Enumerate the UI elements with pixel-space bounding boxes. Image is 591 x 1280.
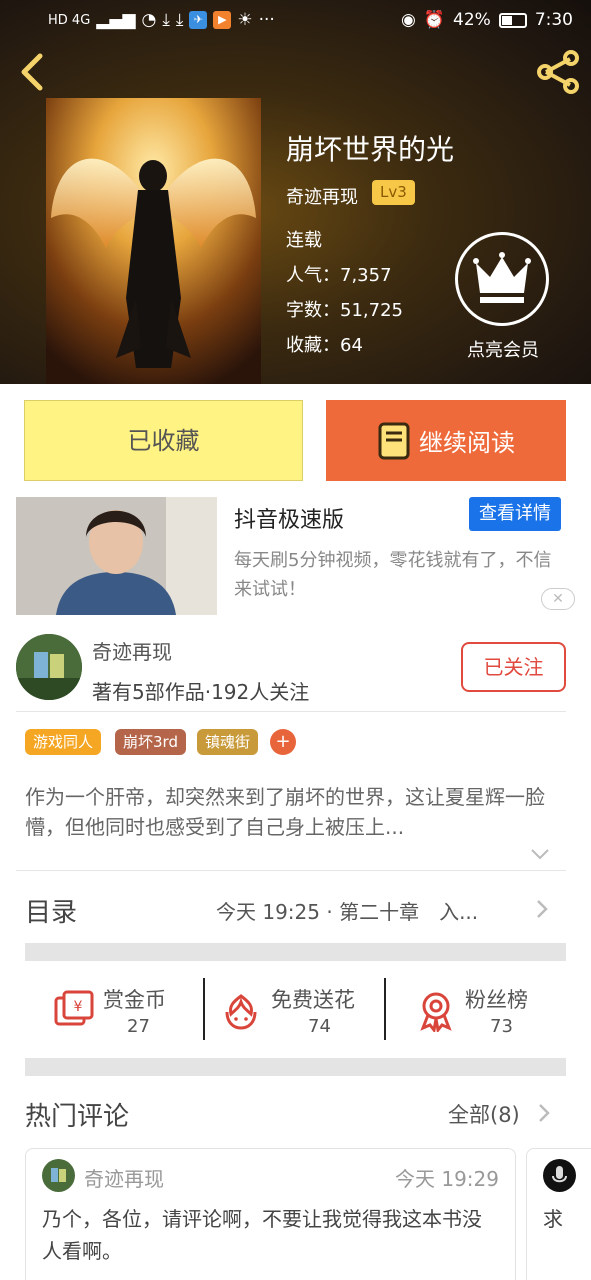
stat-separator	[203, 978, 205, 1040]
add-tag-button[interactable]: +	[270, 729, 296, 755]
more-notifications-icon: ···	[258, 10, 275, 30]
reward-coins-value: 27	[127, 1016, 150, 1037]
book-status: 连载	[286, 230, 322, 251]
svg-text:¥: ¥	[74, 999, 83, 1015]
battery-percent: 42%	[453, 10, 491, 30]
tag-honkai[interactable]: 崩坏3rd	[115, 729, 186, 755]
all-comments-link[interactable]: 全部(8)	[448, 1099, 520, 1129]
download-icon: ⤓	[162, 10, 170, 30]
alarm-icon: ⏰	[423, 10, 446, 30]
ad-description[interactable]: 每天刷5分钟视频，零花钱就有了，不信来试试！	[234, 546, 564, 604]
app-notification-icon: ✈	[189, 11, 208, 29]
chevron-down-icon	[531, 849, 549, 860]
chevron-right-icon	[537, 900, 548, 918]
money-envelope-icon: ¥	[54, 990, 94, 1026]
ad-title[interactable]: 抖音极速版	[234, 502, 344, 534]
follow-button[interactable]: 已关注	[461, 642, 566, 692]
all-comments-arrow[interactable]	[536, 1102, 552, 1128]
section-separator	[25, 943, 566, 961]
medal-icon	[420, 992, 452, 1034]
angel-cover-image	[46, 98, 261, 384]
avatar-image	[16, 634, 82, 700]
ad-image[interactable]	[16, 497, 217, 615]
comment-text: 求	[543, 1207, 563, 1231]
stat-separator	[384, 978, 386, 1040]
fans-rank-value: 73	[490, 1016, 513, 1037]
back-button[interactable]	[14, 50, 54, 94]
divider	[16, 711, 566, 712]
download-icon-2: ⤓	[175, 10, 184, 30]
comment-text: 乃个，各位，请评论啊，不要让我觉得我这本书没人看啊。	[42, 1207, 482, 1263]
author-level-badge: Lv3	[372, 180, 415, 205]
battery-icon	[498, 12, 527, 28]
microphone-icon	[552, 1166, 567, 1183]
author-name[interactable]: 奇迹再现	[92, 636, 172, 665]
wifi-icon: ◔	[141, 10, 157, 30]
toc-label[interactable]: 目录	[25, 892, 77, 929]
ad-person-image	[16, 497, 217, 615]
vip-button[interactable]	[455, 232, 549, 326]
clock: 7:30	[534, 10, 573, 30]
divider	[16, 870, 566, 871]
author-avatar[interactable]	[16, 634, 82, 700]
avatar-image	[42, 1159, 75, 1192]
book-favorite-count: 收藏：64	[286, 335, 363, 356]
ad-details-button[interactable]: 查看详情	[469, 497, 561, 531]
book-word-count: 字数：51,725	[286, 300, 403, 321]
share-icon	[537, 50, 579, 94]
comment-card[interactable]: 求	[526, 1148, 591, 1280]
book-synopsis[interactable]: 作为一个肝帝，却突然来到了崩坏的世界，这让夏星辉一脸懵，但他同时也感受到了自己身…	[25, 782, 565, 842]
status-bar: HD 4G ▂▄▆ ◔ ⤓ ⤓ ✈ ▶ ☀ ··· ◉ ⏰ 42% 7:30	[0, 0, 591, 44]
comment-time: 今天 19:29	[395, 1167, 499, 1191]
chevron-right-icon	[539, 1104, 550, 1122]
book-icon	[378, 422, 410, 459]
tag-game-fanfic[interactable]: 游戏同人	[25, 729, 102, 755]
section-separator	[25, 1058, 566, 1076]
reward-coins-item[interactable]: ¥	[52, 986, 96, 1034]
free-flower-item[interactable]	[219, 988, 263, 1036]
chevron-left-icon	[21, 53, 43, 91]
eye-icon: ◉	[401, 10, 416, 30]
comment-card[interactable]: 奇迹再现 今天 19:29 乃个，各位，请评论啊，不要让我觉得我这本书没人看啊。	[25, 1148, 516, 1280]
latest-chapter[interactable]: 今天 19:25 · 第二十章 入...	[216, 896, 478, 925]
crown-icon	[473, 252, 531, 303]
flower-icon	[225, 994, 257, 1030]
book-popularity: 人气：7,357	[286, 265, 392, 286]
book-title: 崩坏世界的光	[286, 133, 455, 166]
continue-reading-button[interactable]: 继续阅读	[326, 400, 566, 481]
bulb-icon: ☀	[237, 10, 253, 30]
commenter-avatar[interactable]	[543, 1159, 576, 1192]
toc-arrow[interactable]	[534, 898, 550, 924]
reward-coins-label[interactable]: 赏金币	[103, 984, 166, 1014]
network-indicator: HD 4G	[48, 12, 91, 28]
tag-soul-street[interactable]: 镇魂街	[197, 729, 259, 755]
signal-icon: ▂▄▆	[96, 10, 136, 30]
fans-rank-label[interactable]: 粉丝榜	[465, 984, 528, 1014]
free-flower-label[interactable]: 免费送花	[271, 984, 355, 1014]
expand-synopsis-button[interactable]	[530, 846, 550, 865]
commenter-name[interactable]: 奇迹再现	[84, 1163, 164, 1192]
ad-close-button[interactable]: ✕	[541, 588, 575, 610]
author-stats: 著有5部作品·192人关注	[92, 680, 310, 704]
book-author[interactable]: 奇迹再现	[286, 183, 358, 209]
free-flower-value: 74	[308, 1016, 331, 1037]
book-cover[interactable]	[46, 98, 261, 384]
hot-comments-title: 热门评论	[25, 1102, 130, 1132]
video-notification-icon: ▶	[213, 11, 232, 29]
commenter-avatar[interactable]	[42, 1159, 75, 1192]
vip-label[interactable]: 点亮会员	[448, 336, 558, 362]
continue-reading-label: 继续阅读	[419, 429, 515, 457]
fans-rank-item[interactable]	[414, 988, 458, 1036]
favorited-button[interactable]: 已收藏	[24, 400, 303, 481]
share-button[interactable]	[534, 48, 582, 96]
